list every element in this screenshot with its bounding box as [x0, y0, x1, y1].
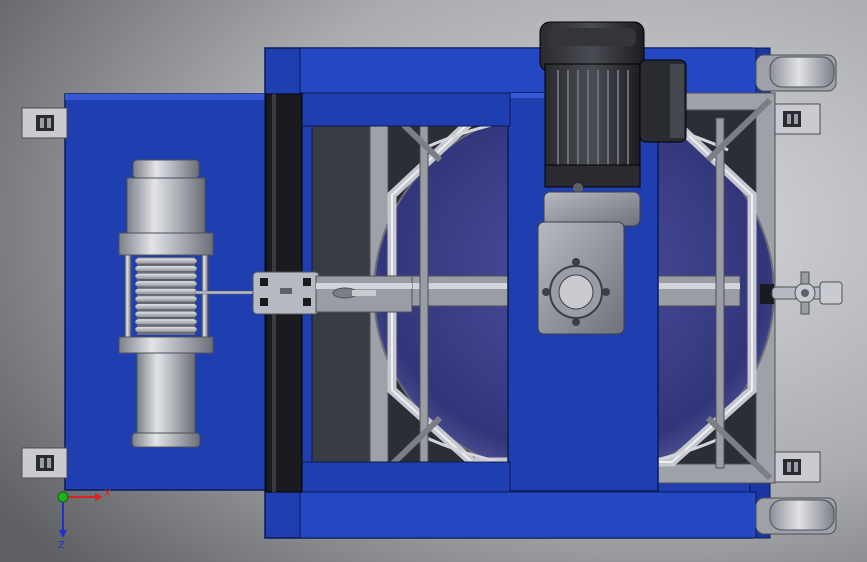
spring-coil [134, 295, 198, 303]
cad-viewport[interactable]: X Y Z [0, 0, 867, 562]
spring-coil [134, 326, 198, 333]
spring-coil [134, 257, 198, 265]
spring-coil [134, 265, 198, 273]
connecting-arm [315, 275, 413, 313]
spring-coil [134, 318, 198, 326]
right-hinge-tab-bottom [774, 451, 821, 483]
spring-coil [134, 288, 198, 295]
left-hinge-tab-bottom [21, 447, 68, 479]
compression-spring [134, 257, 198, 335]
right-hinge-tab-top [774, 103, 821, 135]
left-hinge-tab-top [21, 107, 68, 139]
upper-cross-beam [299, 92, 511, 127]
axis-x-label: X [104, 488, 111, 499]
caster-wheel-top [755, 54, 837, 92]
spring-coil [134, 303, 198, 311]
spring-coil [134, 280, 198, 288]
linkage-bracket [252, 271, 320, 315]
spring-coil [134, 310, 198, 318]
axis-y-marker [57, 491, 69, 503]
axis-z-label: Z [58, 540, 65, 551]
lower-cross-beam [299, 461, 511, 493]
machine-top-view[interactable] [0, 0, 867, 562]
caster-wheel-bottom [755, 497, 837, 535]
spring-coil [134, 272, 198, 280]
